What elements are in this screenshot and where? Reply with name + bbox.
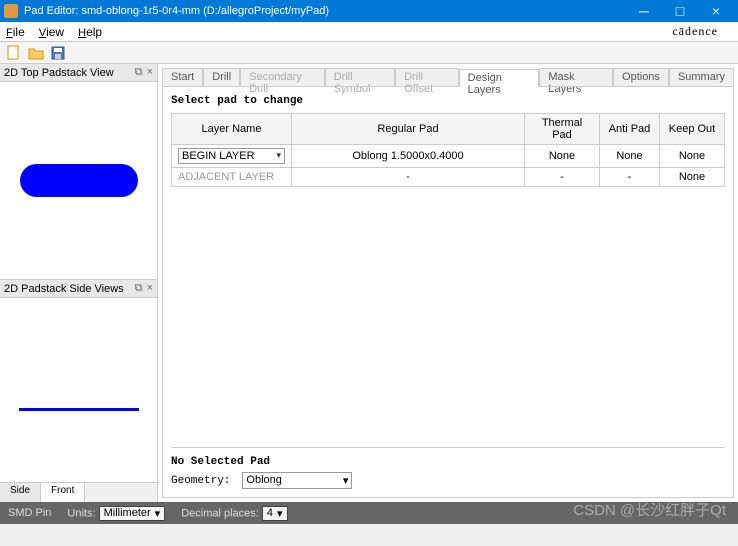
cell-keepout[interactable]: None [660,145,725,168]
select-pad-label: Select pad to change [171,95,725,107]
window-title: Pad Editor: smd-oblong-1r5-0r4-mm (D:/al… [24,5,626,17]
table-row[interactable]: ADJACENT LAYER - - - None [172,168,725,187]
cell-anti-adj[interactable]: - [600,168,660,187]
col-thermal-pad: Thermal Pad [525,114,600,145]
close-panel-icon[interactable]: × [147,66,153,79]
main-content: Start Drill Secondary Drill Drill Symbol… [158,64,738,502]
cell-keepout-adj[interactable]: None [660,168,725,187]
cell-regular[interactable]: Oblong 1.5000x0.4000 [292,145,525,168]
status-bar: SMD Pin Units: Millimeter ▾ Decimal plac… [0,502,738,524]
tab-secondary-drill: Secondary Drill [240,68,325,86]
col-layer-name: Layer Name [172,114,292,145]
geometry-label: Geometry: [171,475,230,487]
toolbar [0,42,738,64]
menu-bar: File View Help cādence [0,22,738,42]
chevron-down-icon: ▾ [155,507,161,520]
title-bar: Pad Editor: smd-oblong-1r5-0r4-mm (D:/al… [0,0,738,22]
tab-start[interactable]: Start [162,68,203,86]
side-view-header: 2D Padstack Side Views ⧉× [0,280,157,298]
tab-drill[interactable]: Drill [203,68,240,86]
pad-shape-side [19,408,139,411]
tab-front[interactable]: Front [41,483,85,502]
cell-regular-adj[interactable]: - [292,168,525,187]
status-decimal: Decimal places: 4 ▾ [181,506,287,521]
chevron-down-icon: ▾ [276,150,281,162]
undock-icon-2[interactable]: ⧉ [135,282,143,295]
minimize-button[interactable]: ─ [626,0,662,22]
menu-help[interactable]: Help [78,25,102,39]
close-panel-icon-2[interactable]: × [147,282,153,295]
tab-drill-offset: Drill Offset [395,68,459,86]
tab-strip: Start Drill Secondary Drill Drill Symbol… [162,68,734,86]
chevron-down-icon: ▾ [277,507,283,520]
tab-options[interactable]: Options [613,68,669,86]
cell-anti[interactable]: None [600,145,660,168]
cell-thermal[interactable]: None [525,145,600,168]
menu-view[interactable]: View [39,25,64,39]
tab-design-layers[interactable]: Design Layers [459,69,540,87]
new-file-icon[interactable] [6,45,22,61]
tab-summary[interactable]: Summary [669,68,734,86]
open-folder-icon[interactable] [28,45,44,61]
menu-file[interactable]: File [6,25,25,39]
col-regular-pad: Regular Pad [292,114,525,145]
pad-shape-top [20,164,138,197]
table-row[interactable]: BEGIN LAYER▾ Oblong 1.5000x0.4000 None N… [172,145,725,168]
no-selected-pad-label: No Selected Pad [171,456,725,468]
brand-label: cādence [672,24,718,39]
tab-drill-symbol: Drill Symbol [325,68,395,86]
layers-table: Layer Name Regular Pad Thermal Pad Anti … [171,113,725,187]
save-icon[interactable] [50,45,66,61]
decimal-select[interactable]: 4 ▾ [262,506,288,521]
close-button[interactable]: × [698,0,734,22]
app-icon [4,4,18,18]
undock-icon[interactable]: ⧉ [135,66,143,79]
status-smd-pin: SMD Pin [8,507,51,519]
top-padstack-view [0,82,157,280]
chevron-down-icon: ▾ [343,474,349,487]
cell-layer-adj: ADJACENT LAYER [172,168,292,187]
col-keep-out: Keep Out [660,114,725,145]
units-select[interactable]: Millimeter ▾ [99,506,166,521]
tab-side[interactable]: Side [0,483,41,502]
side-padstack-view [0,298,157,482]
status-units: Units: Millimeter ▾ [67,506,165,521]
layer-dropdown[interactable]: BEGIN LAYER▾ [178,148,285,164]
left-sidebar: 2D Top Padstack View ⧉× 2D Padstack Side… [0,64,158,502]
tab-mask-layers[interactable]: Mask Layers [539,68,613,86]
cell-thermal-adj[interactable]: - [525,168,600,187]
maximize-button[interactable]: □ [662,0,698,22]
col-anti-pad: Anti Pad [600,114,660,145]
top-view-header: 2D Top Padstack View ⧉× [0,64,157,82]
geometry-select[interactable]: Oblong▾ [242,472,352,489]
